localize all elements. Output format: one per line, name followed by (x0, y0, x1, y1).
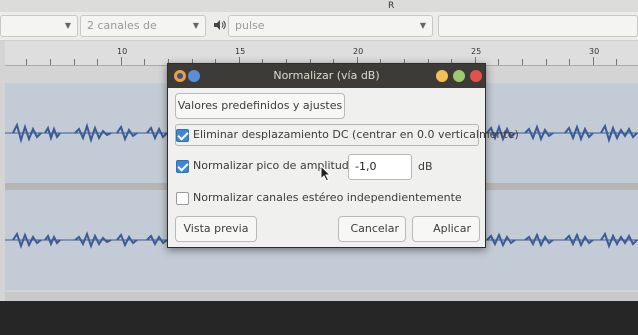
peak-amplitude-input[interactable]: -1,0 (348, 154, 412, 180)
chevron-down-icon: ▼ (419, 21, 426, 30)
cancel-button[interactable]: Cancelar (338, 216, 406, 242)
toolbar-fragment-label: R (388, 1, 395, 11)
normalize-peak-checkbox[interactable] (176, 160, 189, 173)
top-toolbar-strip: R (0, 0, 638, 12)
recording-device-combo[interactable]: ▼ (0, 15, 78, 37)
status-bar (0, 301, 638, 335)
ruler-tick (97, 59, 98, 65)
mouse-cursor-icon (320, 164, 332, 183)
ruler-label: 30 (589, 47, 600, 56)
preview-button[interactable]: Vista previa (175, 216, 257, 242)
chevron-down-icon: ▼ (192, 21, 199, 30)
minimize-icon[interactable] (436, 70, 448, 82)
ruler-label: 20 (353, 47, 364, 56)
playback-device-combo[interactable]: pulse ▼ (228, 15, 433, 37)
normalize-dialog: Normalizar (vía dB) Valores predefinidos… (167, 63, 519, 248)
close-icon[interactable] (470, 70, 482, 82)
normalize-peak-label: Normalizar pico de amplitud a (193, 159, 360, 172)
device-toolbar: ▼ 2 canales de grabac... ▼ pulse ▼ (0, 12, 638, 52)
ruler-tick (498, 59, 499, 65)
ruler-tick (26, 59, 27, 65)
stereo-independent-label: Normalizar canales estéreo independiente… (193, 191, 462, 204)
stereo-independent-checkbox[interactable] (176, 192, 189, 205)
ruler-label: 15 (235, 47, 246, 56)
peak-unit-label: dB (418, 160, 433, 173)
presets-button[interactable]: Valores predefinidos y ajustes (175, 93, 345, 119)
apply-label: Aplicar (433, 222, 471, 235)
ruler-tick (144, 59, 145, 65)
ruler-tick (616, 59, 617, 65)
chevron-down-icon: ▼ (64, 21, 71, 30)
ruler-tick (546, 59, 547, 65)
ruler-tick (121, 57, 122, 65)
playback-device-value: pulse (235, 19, 265, 32)
remove-dc-checkbox[interactable] (176, 129, 189, 142)
recording-channels-combo[interactable]: 2 canales de grabac... ▼ (80, 15, 206, 52)
speaker-icon (213, 18, 227, 32)
apply-button[interactable]: Aplicar (412, 216, 480, 242)
ruler-tick (50, 59, 51, 65)
extra-combo[interactable] (438, 15, 638, 37)
ruler-tick (593, 57, 594, 65)
ruler-tick (74, 59, 75, 65)
ruler-label: 10 (117, 47, 128, 56)
cancel-label: Cancelar (350, 222, 399, 235)
dialog-titlebar[interactable]: Normalizar (vía dB) (168, 64, 485, 88)
ruler-label: 25 (471, 47, 482, 56)
ruler-tick (522, 59, 523, 65)
remove-dc-label: Eliminar desplazamiento DC (centrar en 0… (193, 128, 519, 141)
maximize-icon[interactable] (453, 70, 465, 82)
ruler-tick (569, 59, 570, 65)
